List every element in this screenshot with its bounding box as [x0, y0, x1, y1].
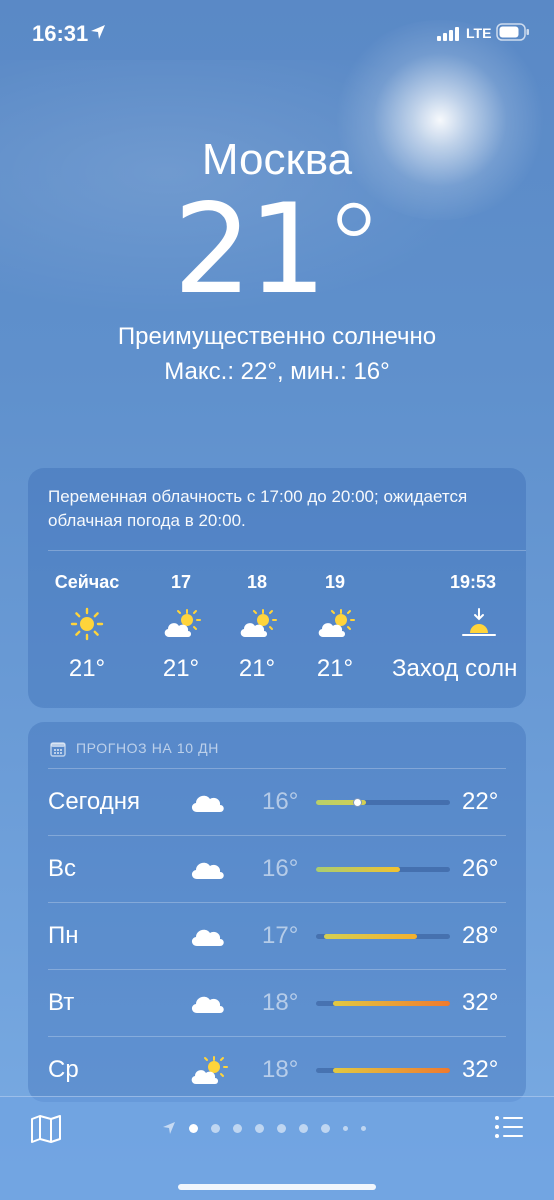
- day-low: 16°: [262, 788, 299, 815]
- daily-forecast-card[interactable]: ПРОГНОЗ НА 10 ДН Сегодня 16° 22° Вс 16° …: [28, 722, 526, 1102]
- partly-cloudy-icon: [191, 1056, 228, 1084]
- day-high: 22°: [462, 788, 499, 815]
- signal-icon: [437, 27, 459, 41]
- hour-item-now: Сейчас 21°: [46, 572, 128, 683]
- page-dot[interactable]: [321, 1123, 330, 1133]
- temp-range-fill: [332, 1001, 450, 1006]
- day-low: 16°: [262, 855, 299, 882]
- page-dot[interactable]: [189, 1123, 198, 1133]
- day-low: 18°: [262, 1056, 299, 1083]
- status-time: 16:31: [32, 21, 89, 46]
- day-high: 26°: [462, 855, 499, 882]
- condition-text: Преимущественно солнечно: [117, 323, 437, 350]
- row-separator: [48, 768, 506, 769]
- page-dot[interactable]: [211, 1123, 220, 1133]
- cloud-icon: [191, 929, 224, 946]
- hour-label: Сейчас: [54, 572, 120, 592]
- partly-cloudy-icon: [222, 607, 292, 641]
- location-arrow-icon: [91, 25, 105, 39]
- row-separator: [48, 969, 506, 970]
- day-name: Сегодня: [48, 788, 140, 815]
- row-separator: [48, 1036, 506, 1037]
- hour-temperature: 21°: [162, 655, 200, 682]
- day-row-wed[interactable]: Ср 18° 32°: [28, 1036, 526, 1102]
- hour-temperature: 21°: [316, 655, 354, 682]
- page-dot[interactable]: [233, 1123, 242, 1133]
- hour-label: 19: [324, 572, 346, 592]
- partly-cloudy-icon: [300, 607, 370, 641]
- sunset-icon: [392, 607, 526, 641]
- cloud-icon: [191, 996, 224, 1013]
- hour-temperature: 21°: [68, 655, 106, 682]
- hour-item-sunset: 19:53 Заход солн: [392, 572, 526, 683]
- temp-range-fill: [332, 1068, 450, 1073]
- network-type: LTE: [466, 25, 492, 41]
- temp-range-track: [316, 934, 450, 939]
- day-row-today[interactable]: Сегодня 16° 22°: [28, 768, 526, 835]
- temp-range-track: [316, 1001, 450, 1006]
- battery-icon: [496, 23, 529, 41]
- row-separator: [48, 835, 506, 836]
- day-high: 32°: [462, 989, 499, 1016]
- day-row-tue[interactable]: Вт 18° 32°: [28, 969, 526, 1036]
- list-icon[interactable]: [494, 1115, 524, 1139]
- hour-temperature: 21°: [238, 655, 276, 682]
- bottom-toolbar: [0, 1096, 554, 1200]
- calendar-icon: [50, 742, 66, 757]
- day-high: 28°: [462, 922, 499, 949]
- location-arrow-icon: [163, 1122, 175, 1134]
- temp-range-track: [316, 1068, 450, 1073]
- row-separator: [48, 902, 506, 903]
- page-dot[interactable]: [361, 1125, 366, 1131]
- hour-item-19: 19 21°: [300, 572, 370, 683]
- status-bar: 16:31 LTE: [0, 0, 554, 64]
- temperature-value: 21: [173, 178, 327, 322]
- day-row-sun[interactable]: Вс 16° 26°: [28, 835, 526, 902]
- page-dot[interactable]: [299, 1123, 308, 1133]
- day-name: Вс: [48, 855, 77, 882]
- cloud-icon: [191, 862, 224, 879]
- map-icon[interactable]: [30, 1114, 62, 1144]
- day-low: 18°: [262, 989, 299, 1016]
- temp-range-track: [316, 867, 450, 872]
- day-high: 32°: [462, 1056, 499, 1083]
- page-dot[interactable]: [255, 1123, 264, 1133]
- card-divider: [48, 550, 526, 551]
- high-low-text: Макс.: 22°, мин.: 16°: [164, 358, 390, 385]
- cloud-icon: [191, 795, 224, 812]
- hour-label: 18: [246, 572, 268, 592]
- sun-icon: [46, 607, 128, 641]
- hour-item-17: 17 21°: [146, 572, 216, 683]
- partly-cloudy-icon: [146, 607, 216, 641]
- current-temperature: 21°: [173, 178, 385, 322]
- temp-range-fill: [316, 867, 400, 872]
- home-indicator[interactable]: [178, 1184, 376, 1190]
- current-temp-marker: [353, 798, 363, 807]
- temp-range-fill: [324, 934, 417, 939]
- sunset-label: Заход солн: [392, 655, 518, 682]
- page-dot[interactable]: [277, 1123, 286, 1133]
- day-name: Пн: [48, 922, 79, 949]
- page-dot[interactable]: [343, 1125, 348, 1131]
- daily-forecast-title: ПРОГНОЗ НА 10 ДН: [76, 740, 219, 756]
- forecast-summary: Переменная облачность с 17:00 до 20:00; …: [48, 487, 468, 530]
- hour-label: 17: [170, 572, 192, 592]
- day-name: Ср: [48, 1056, 79, 1083]
- page-indicator[interactable]: [162, 1121, 366, 1135]
- temp-range-track: [316, 798, 450, 807]
- day-row-mon[interactable]: Пн 17° 28°: [28, 902, 526, 969]
- hour-item-18: 18 21°: [222, 572, 292, 683]
- day-low: 17°: [262, 922, 299, 949]
- day-name: Вт: [48, 989, 75, 1016]
- hour-label: 19:53: [450, 572, 497, 592]
